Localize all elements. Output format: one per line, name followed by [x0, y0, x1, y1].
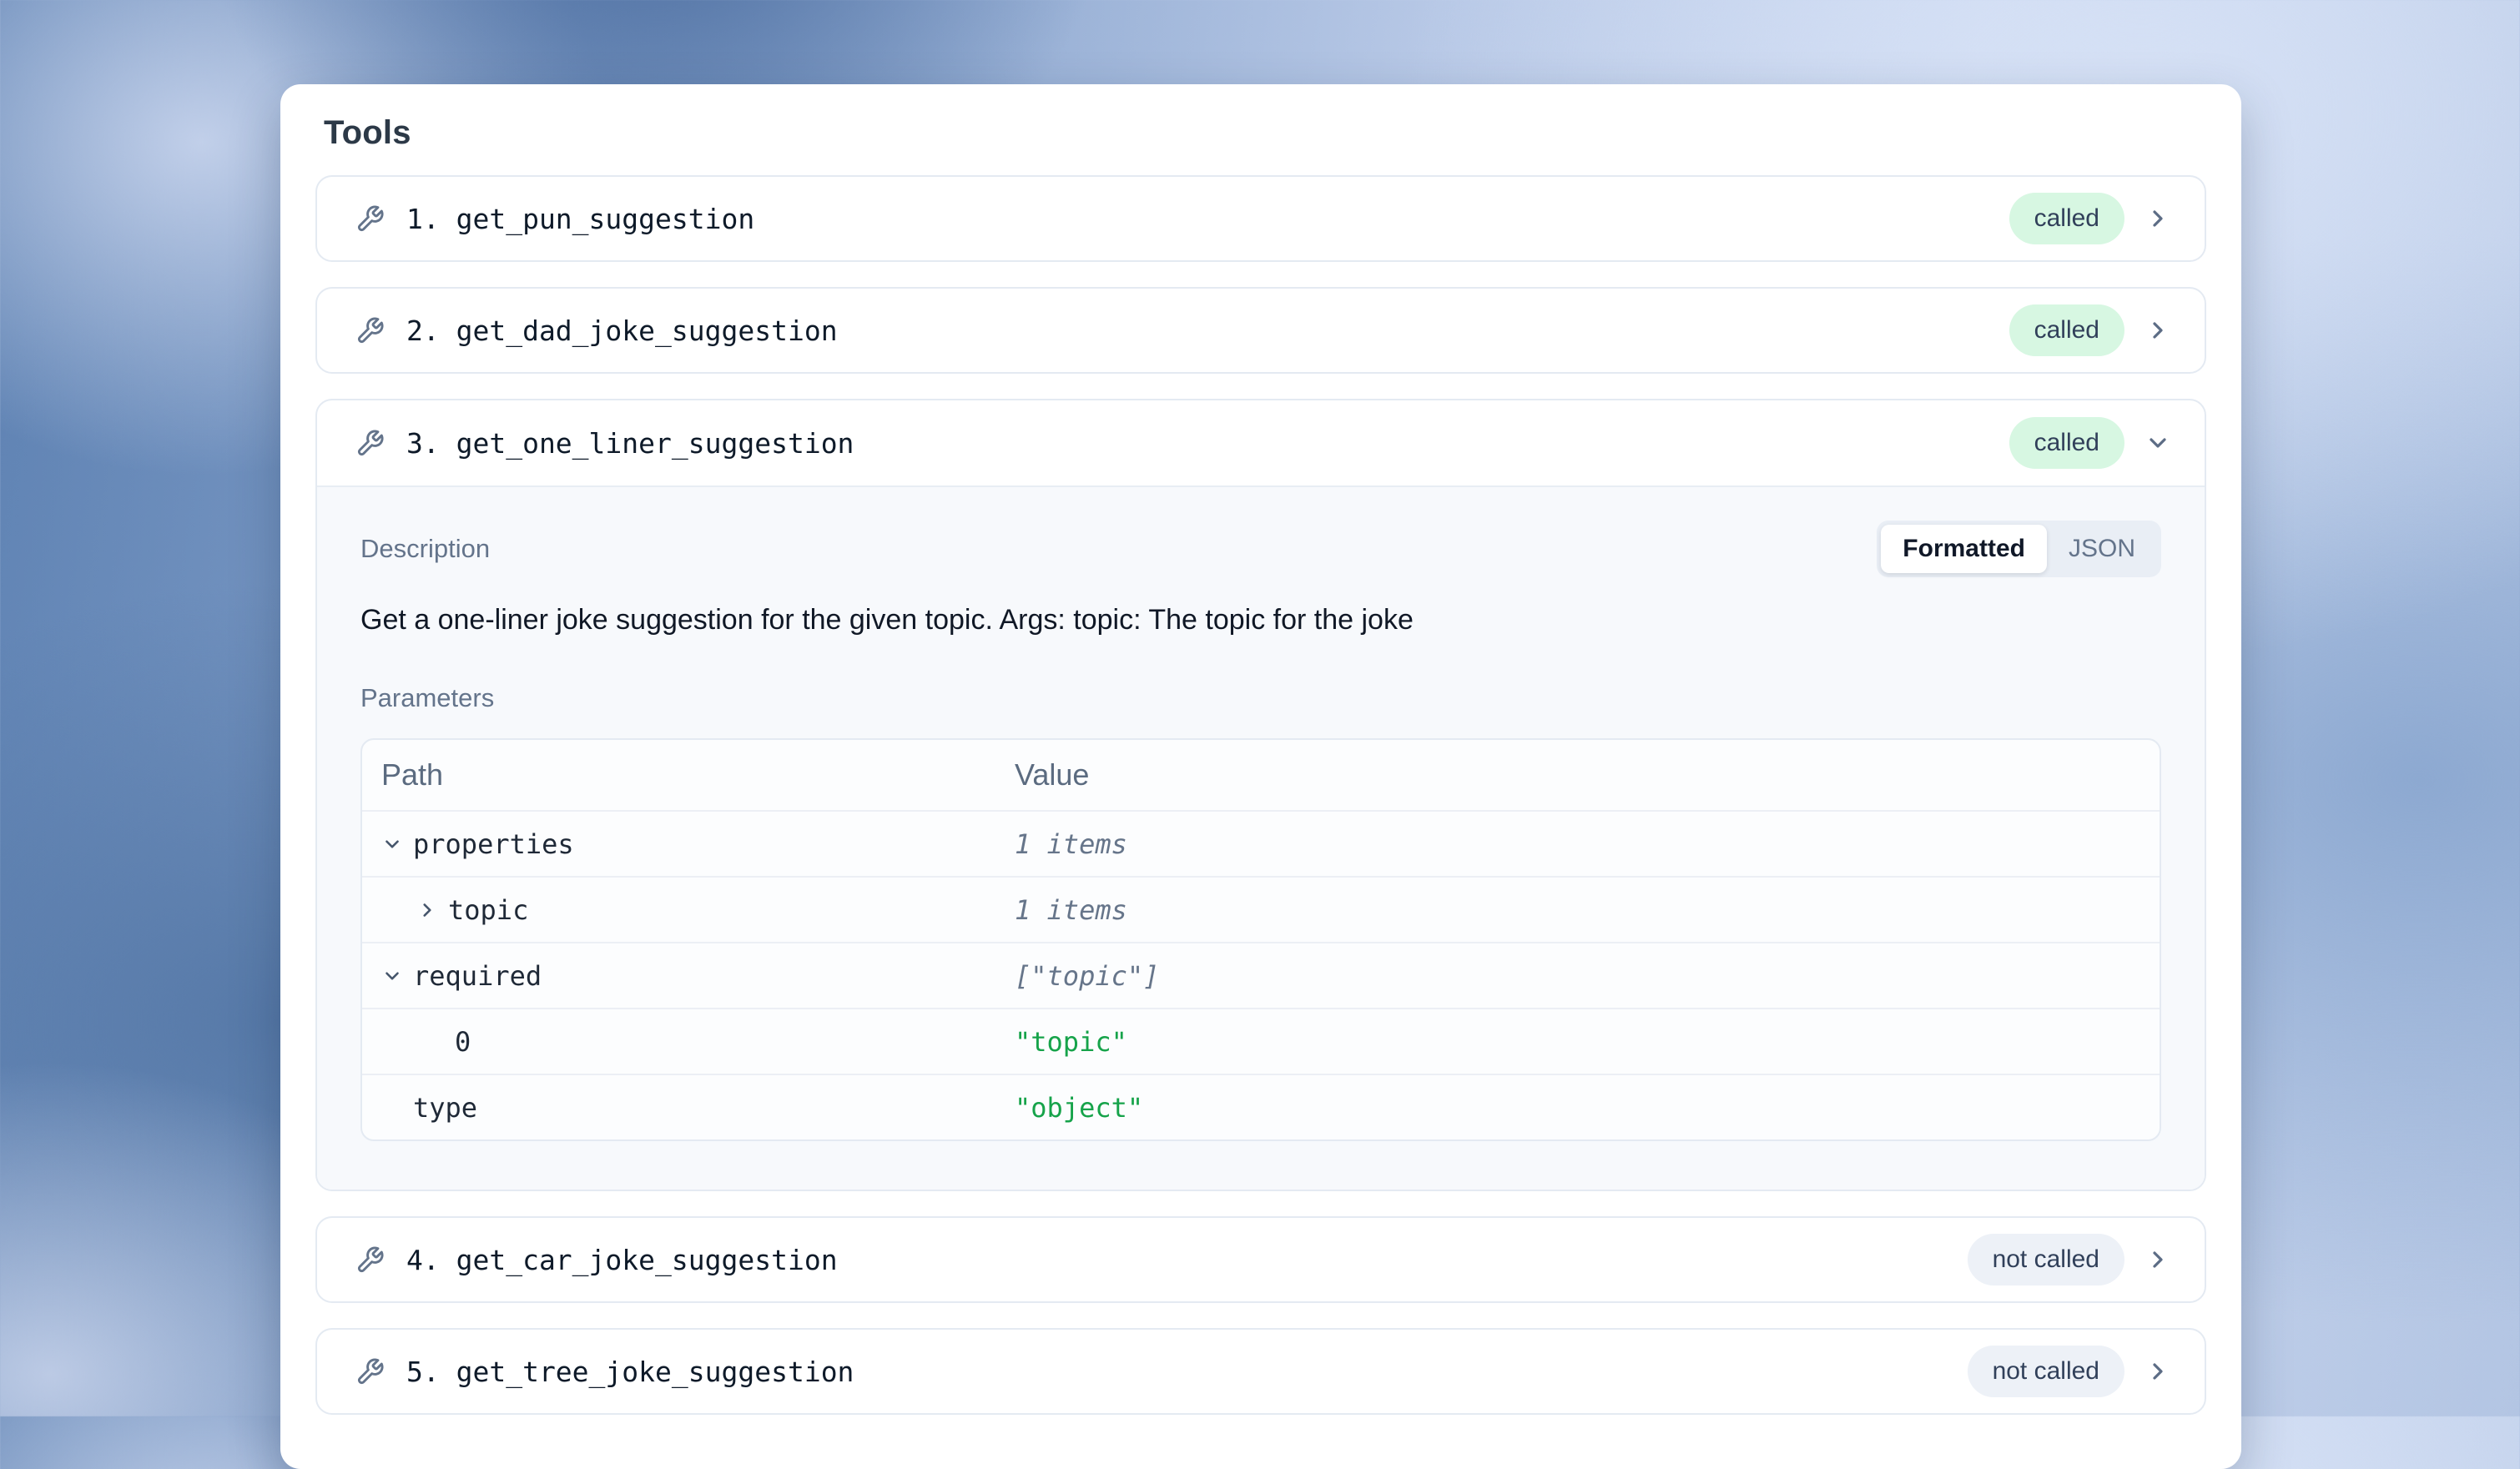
table-row-type: type "object" [362, 1074, 2160, 1139]
param-path: required [413, 960, 542, 992]
table-header-row: Path Value [362, 740, 2160, 810]
tool-name: 3. get_one_liner_suggestion [406, 427, 2009, 460]
wrench-icon [355, 316, 385, 345]
table-row-properties[interactable]: properties 1 items [362, 810, 2160, 876]
chevron-down-icon [381, 833, 403, 855]
wrench-icon [355, 1245, 385, 1275]
status-badge: not called [1968, 1346, 2124, 1397]
wrench-icon [355, 204, 385, 234]
status-badge: not called [1968, 1234, 2124, 1285]
param-path: 0 [362, 1026, 471, 1058]
tool-row-header[interactable]: 1. get_pun_suggestion called [317, 177, 2205, 260]
status-badge: called [2009, 193, 2124, 244]
tools-panel: Tools 1. get_pun_suggestion called 2. ge… [280, 84, 2241, 1469]
description-label: Description [360, 534, 490, 564]
tool-row-header[interactable]: 4. get_car_joke_suggestion not called [317, 1218, 2205, 1301]
page-title: Tools [324, 114, 2206, 152]
param-value: 1 items [1015, 828, 2160, 860]
view-mode-toggle: Formatted JSON [1877, 521, 2161, 577]
wrench-icon [355, 1357, 385, 1386]
status-badge: called [2009, 304, 2124, 356]
tool-row-get-tree-joke-suggestion: 5. get_tree_joke_suggestion not called [315, 1328, 2206, 1415]
status-badge: called [2009, 417, 2124, 469]
table-row-required[interactable]: required ["topic"] [362, 942, 2160, 1008]
path-column-header: Path [362, 757, 1015, 792]
parameters-label: Parameters [360, 683, 2161, 713]
parameters-table: Path Value properties 1 items [360, 738, 2161, 1141]
param-value: 1 items [1015, 894, 2160, 926]
tool-row-header[interactable]: 3. get_one_liner_suggestion called [317, 400, 2205, 485]
tool-name: 5. get_tree_joke_suggestion [406, 1356, 1968, 1388]
tool-detail-panel: Description Formatted JSON Get a one-lin… [317, 485, 2205, 1190]
param-path: topic [448, 894, 528, 926]
param-value: "topic" [1015, 1026, 2160, 1058]
param-value: ["topic"] [1015, 960, 2160, 992]
param-path: properties [413, 828, 574, 860]
tool-name: 2. get_dad_joke_suggestion [406, 314, 2009, 347]
tool-row-get-car-joke-suggestion: 4. get_car_joke_suggestion not called [315, 1216, 2206, 1303]
chevron-right-icon [2145, 1246, 2171, 1273]
tool-row-get-one-liner-suggestion-expanded: 3. get_one_liner_suggestion called Descr… [315, 399, 2206, 1191]
tool-name: 1. get_pun_suggestion [406, 203, 2009, 235]
chevron-right-icon [416, 899, 438, 921]
param-value: "object" [1015, 1092, 2160, 1124]
table-row-topic[interactable]: topic 1 items [362, 876, 2160, 942]
chevron-right-icon [2145, 317, 2171, 344]
tool-row-header[interactable]: 2. get_dad_joke_suggestion called [317, 289, 2205, 372]
chevron-right-icon [2145, 205, 2171, 232]
param-path: type [362, 1092, 477, 1124]
chevron-right-icon [2145, 1358, 2171, 1385]
tool-name: 4. get_car_joke_suggestion [406, 1244, 1968, 1276]
tool-row-get-dad-joke-suggestion: 2. get_dad_joke_suggestion called [315, 287, 2206, 374]
toggle-formatted-button[interactable]: Formatted [1881, 525, 2047, 573]
wrench-icon [355, 429, 385, 458]
description-text: Get a one-liner joke suggestion for the … [360, 604, 2161, 636]
tool-row-header[interactable]: 5. get_tree_joke_suggestion not called [317, 1330, 2205, 1413]
chevron-down-icon [381, 965, 403, 987]
tool-row-get-pun-suggestion: 1. get_pun_suggestion called [315, 175, 2206, 262]
table-row-required-0: 0 "topic" [362, 1008, 2160, 1074]
toggle-json-button[interactable]: JSON [2047, 525, 2157, 573]
chevron-down-icon [2145, 430, 2171, 456]
value-column-header: Value [1015, 757, 2160, 792]
